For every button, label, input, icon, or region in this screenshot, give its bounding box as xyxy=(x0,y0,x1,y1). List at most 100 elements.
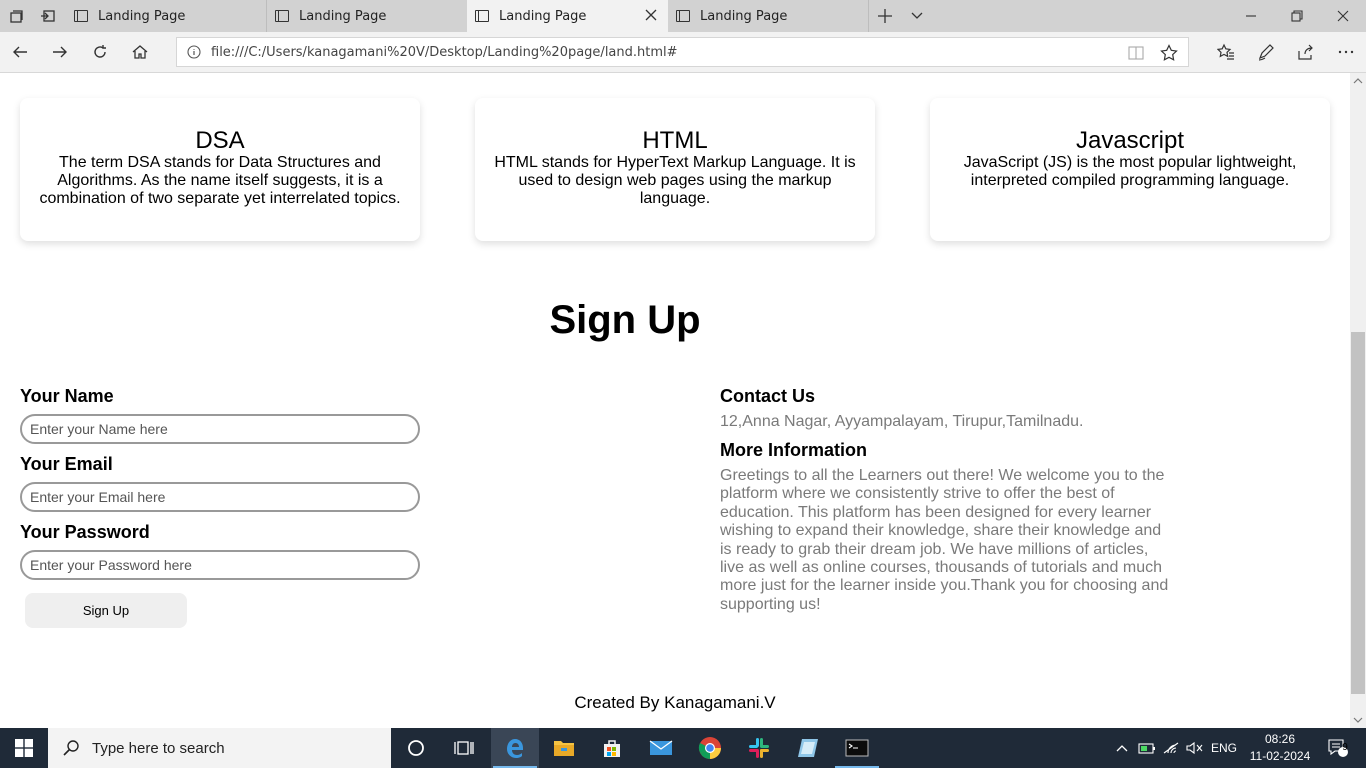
start-button[interactable] xyxy=(0,728,48,768)
slack-icon xyxy=(749,738,769,758)
wifi-tray[interactable] xyxy=(1160,728,1182,768)
password-input[interactable] xyxy=(20,550,420,580)
app-window-icon xyxy=(798,739,818,757)
taskbar-search[interactable]: Type here to search xyxy=(48,728,391,768)
card-text: HTML stands for HyperText Markup Languag… xyxy=(494,154,856,207)
restore-button[interactable] xyxy=(1274,0,1320,32)
browser-tab-4[interactable]: Landing Page xyxy=(668,0,869,32)
system-clock[interactable]: 08:26 11-02-2024 xyxy=(1248,731,1312,765)
email-label: Your Email xyxy=(20,454,113,474)
favorites-button[interactable] xyxy=(1206,32,1246,72)
action-center[interactable]: 9 xyxy=(1320,728,1356,768)
close-tab-icon[interactable] xyxy=(644,8,658,22)
taskbar-store[interactable] xyxy=(588,728,636,768)
scroll-up-icon[interactable] xyxy=(1353,76,1363,86)
chevron-down-icon xyxy=(911,12,923,19)
card-text: The term DSA stands for Data Structures … xyxy=(39,154,401,207)
more-info-text: Greetings to all the Learners out there!… xyxy=(720,467,1169,613)
favorites-list-icon xyxy=(1217,43,1234,60)
refresh-icon xyxy=(94,45,106,58)
cortana-circle-icon xyxy=(408,740,424,756)
tab-title: Landing Page xyxy=(499,8,587,24)
url-text[interactable]: file:///C:/Users/kanagamani%20V/Desktop/… xyxy=(211,45,678,60)
close-window-button[interactable] xyxy=(1320,0,1366,32)
chevron-up-icon xyxy=(1116,745,1128,752)
web-page: DSA The term DSA stands for Data Structu… xyxy=(0,73,1350,728)
page-scrollbar[interactable] xyxy=(1350,73,1366,728)
input-language[interactable]: ENG xyxy=(1208,728,1240,768)
refresh-button[interactable] xyxy=(80,32,120,72)
reading-view-icon[interactable] xyxy=(1128,45,1144,61)
tab-actions-icon[interactable] xyxy=(0,0,32,32)
tab-title: Landing Page xyxy=(299,8,387,24)
folder-icon xyxy=(554,741,574,756)
plus-icon xyxy=(878,9,892,23)
taskbar-terminal[interactable] xyxy=(833,728,881,768)
forward-button[interactable] xyxy=(40,32,80,72)
share-button[interactable] xyxy=(1286,32,1326,72)
notification-count: 9 xyxy=(1342,742,1348,753)
taskbar-mail[interactable] xyxy=(637,728,685,768)
battery-icon xyxy=(1138,743,1155,754)
scrollbar-thumb[interactable] xyxy=(1351,332,1365,694)
chrome-icon xyxy=(698,737,721,759)
battery-tray[interactable] xyxy=(1136,728,1158,768)
edge-icon xyxy=(507,739,523,758)
cortana-button[interactable] xyxy=(392,728,440,768)
home-icon xyxy=(132,45,148,59)
settings-more-button[interactable] xyxy=(1326,32,1366,72)
search-placeholder: Type here to search xyxy=(92,739,225,757)
card-title: DSA xyxy=(195,127,245,154)
clock-date: 11-02-2024 xyxy=(1249,749,1311,763)
new-tab-button[interactable] xyxy=(869,0,901,32)
set-aside-tabs-icon[interactable] xyxy=(32,0,64,32)
page-icon xyxy=(475,10,489,22)
volume-muted-icon xyxy=(1186,741,1203,755)
tab-title: Landing Page xyxy=(700,8,788,24)
page-icon xyxy=(275,10,289,22)
clock-time: 08:26 xyxy=(1264,732,1296,746)
signup-heading: Sign Up xyxy=(549,298,701,342)
task-view-button[interactable] xyxy=(440,728,488,768)
search-icon xyxy=(63,740,79,756)
card-title: HTML xyxy=(642,127,708,154)
footer-credit: Created By Kanagamani.V xyxy=(574,693,776,712)
task-view-icon xyxy=(454,741,474,755)
store-bag-icon xyxy=(604,740,620,757)
share-icon xyxy=(1298,44,1313,60)
arrow-right-icon xyxy=(53,46,67,58)
site-info-icon[interactable] xyxy=(177,45,211,59)
browser-tab-3-active[interactable]: Landing Page xyxy=(467,0,668,32)
scroll-down-icon[interactable] xyxy=(1353,715,1363,725)
email-input[interactable] xyxy=(20,482,420,512)
close-icon xyxy=(1337,10,1349,22)
address-bar[interactable]: file:///C:/Users/kanagamani%20V/Desktop/… xyxy=(176,37,1189,67)
minimize-button[interactable] xyxy=(1228,0,1274,32)
taskbar-edge[interactable] xyxy=(491,728,539,768)
add-notes-button[interactable] xyxy=(1246,32,1286,72)
wifi-icon xyxy=(1163,742,1179,754)
signup-button[interactable]: Sign Up xyxy=(25,593,187,628)
terminal-icon xyxy=(845,739,869,757)
taskbar-file-explorer[interactable] xyxy=(540,728,588,768)
card-text: JavaScript (JS) is the most popular ligh… xyxy=(963,154,1297,189)
browser-tab-1[interactable]: Landing Page xyxy=(66,0,267,32)
volume-tray[interactable] xyxy=(1184,728,1206,768)
minimize-icon xyxy=(1246,15,1256,17)
favorite-star-icon[interactable] xyxy=(1160,44,1178,62)
tab-bar: Landing Page Landing Page Landing Page L… xyxy=(0,0,1366,32)
show-hidden-icons[interactable] xyxy=(1112,728,1132,768)
taskbar-app-blue[interactable] xyxy=(784,728,832,768)
card-html: HTML HTML stands for HyperText Markup La… xyxy=(475,98,875,241)
browser-tab-2[interactable]: Landing Page xyxy=(267,0,468,32)
page-icon xyxy=(676,10,690,22)
back-button[interactable] xyxy=(0,32,40,72)
card-javascript: Javascript JavaScript (JS) is the most p… xyxy=(930,98,1330,241)
address-toolbar: file:///C:/Users/kanagamani%20V/Desktop/… xyxy=(0,32,1366,73)
arrow-left-icon xyxy=(13,46,27,58)
tab-preview-button[interactable] xyxy=(901,0,933,32)
name-input[interactable] xyxy=(20,414,420,444)
taskbar-slack[interactable] xyxy=(735,728,783,768)
taskbar-chrome[interactable] xyxy=(686,728,734,768)
home-button[interactable] xyxy=(120,32,160,72)
